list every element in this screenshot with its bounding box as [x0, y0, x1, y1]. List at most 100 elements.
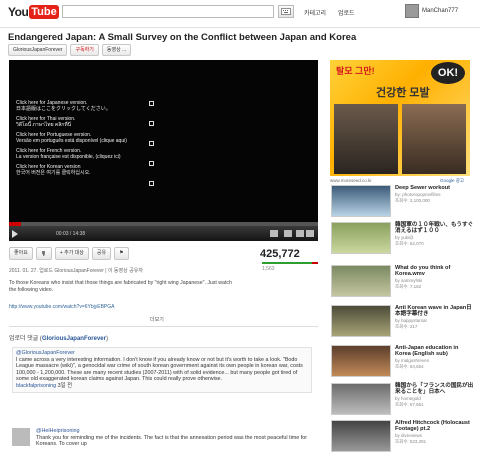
related-uploader: by divreviews — [395, 433, 423, 438]
nav-upload[interactable]: 업로드 — [338, 8, 355, 17]
channel-bar: GloriousJapanForever 구독하기 동영상 ... — [8, 44, 132, 56]
ad-google-link[interactable]: Google 광고 — [440, 178, 464, 184]
related-uploader: by: photoropoprovfilms — [395, 192, 441, 197]
dislike-button[interactable] — [35, 247, 52, 260]
expand-icon — [296, 230, 304, 237]
time-display: 00:03 / 14:38 — [56, 231, 86, 237]
related-video[interactable]: Alfred Hitchcock (Holocaust Footage) pt.… — [331, 420, 476, 456]
external-link-icon[interactable] — [149, 181, 154, 186]
flag-button[interactable]: ⚑ — [114, 247, 129, 260]
related-thumbnail[interactable] — [331, 185, 391, 217]
description-link[interactable]: http://www.youtube.com/watch?v=6YbjyEBPG… — [9, 304, 114, 310]
thumbs-down-icon — [41, 250, 45, 256]
search-button[interactable] — [278, 5, 294, 18]
comment-author[interactable]: blackfalprisoning — [16, 383, 56, 389]
related-title[interactable]: Anti-Japan education in Korea (English s… — [395, 345, 475, 358]
related-thumbnail[interactable] — [331, 305, 391, 337]
uploader-comments-heading: 업로더 댓글 (GloriousJapanForever) — [9, 333, 108, 342]
annotation-korean-ko: 한국어 버전은 여기를 클릭하십시오. — [16, 170, 91, 176]
related-video[interactable]: Deep Sewer workout by: photoropoprovfilm… — [331, 185, 476, 221]
external-link-icon[interactable] — [149, 101, 154, 106]
comment-2: @HeiHeiprisoning Thank you for reminding… — [36, 428, 312, 448]
ad-banner[interactable]: 탈모 그만! OK! 건강한 모발 — [330, 60, 470, 176]
view-count: 425,772 — [260, 248, 300, 260]
videos-dropdown[interactable]: 동영상 ... — [101, 44, 132, 56]
related-title[interactable]: Anti Korean wave in Japan日本語字幕付き — [395, 305, 475, 318]
youtube-logo[interactable]: You Tube — [8, 3, 59, 21]
related-views: 조회수: 67,651 — [395, 402, 424, 407]
share-button[interactable]: 공유 — [91, 247, 112, 260]
external-link-icon[interactable] — [149, 141, 154, 146]
action-bar: 좋아요 + 추가 대상 공유 ⚑ — [9, 247, 129, 260]
user-avatar[interactable] — [405, 4, 419, 18]
related-thumbnail[interactable] — [331, 265, 391, 297]
fullscreen-icon — [306, 230, 314, 237]
external-link-icon[interactable] — [149, 121, 154, 126]
like-button[interactable]: 좋아요 — [9, 247, 33, 260]
related-thumbnail[interactable] — [331, 383, 391, 415]
related-views: 조회수: 523,281 — [395, 439, 427, 444]
comment-1: @GloriousJapanForever I came across a ve… — [12, 347, 312, 393]
ad-photo-left — [334, 104, 398, 174]
related-uploader: by sammyfski — [395, 278, 423, 283]
related-title[interactable]: What do you think of Korea.wmv — [395, 265, 475, 278]
reply-avatar[interactable] — [12, 428, 30, 446]
related-uploader: by happystarsar — [395, 318, 428, 323]
comment-box: @GloriousJapanForever I came across a ve… — [12, 347, 312, 393]
comment-user[interactable]: @HeiHeiprisoning — [36, 428, 312, 435]
player-right-controls — [270, 230, 314, 237]
heading-suffix: ) — [105, 336, 108, 342]
description: To those Koreans who insist that those t… — [9, 280, 232, 293]
comment-body: I came across a very interesting informa… — [16, 356, 303, 383]
divider — [9, 326, 318, 327]
likes-count: 1,563 — [262, 266, 275, 272]
related-views: 조회수: 62,070 — [395, 241, 424, 246]
comment-age: 3일 전 — [57, 382, 73, 389]
quality-icon — [284, 230, 292, 237]
show-more-button[interactable]: 더보기 — [150, 316, 164, 323]
related-video[interactable]: Anti-Japan education in Korea (English s… — [331, 345, 476, 381]
nav-category[interactable]: 카테고리 — [304, 8, 326, 17]
related-title[interactable]: Deep Sewer workout — [395, 185, 475, 191]
related-title[interactable]: 韓国軍の１０年戦い、もうすぐ消えるはず１００ — [395, 222, 475, 235]
logo-you: You — [8, 5, 29, 19]
related-title[interactable]: 韓国から「フランスの国民が出来ることを」日本へ — [395, 383, 475, 396]
play-icon[interactable] — [12, 230, 18, 238]
related-video[interactable]: 韓国軍の１０年戦い、もうすぐ消えるはず１００ by yuki@ 조회수: 62,… — [331, 222, 476, 258]
annotation-overlay: Click here for Japanese version. 日本語版はここ… — [16, 100, 166, 180]
comment-user[interactable]: @GloriousJapanForever — [16, 350, 308, 357]
like-ratio-bar — [262, 262, 318, 264]
related-uploader: by yuki@ — [395, 235, 414, 240]
video-title: Endangered Japan: A Small Survey on the … — [8, 32, 357, 43]
video-player[interactable]: Click here for Japanese version. 日本語版はここ… — [9, 60, 318, 241]
channel-button[interactable]: GloriousJapanForever — [8, 44, 68, 56]
related-thumbnail[interactable] — [331, 222, 391, 254]
ad-photo-right — [402, 104, 466, 174]
annotation-japanese-jp: 日本語版はここをクリックしてください。 — [16, 106, 111, 112]
related-uploader: by homegold — [395, 396, 421, 401]
volume-icon — [270, 230, 278, 237]
like-ratio-fill — [262, 262, 313, 264]
logo-tube: Tube — [29, 5, 59, 19]
keyboard-icon — [281, 8, 291, 15]
related-video[interactable]: 韓国から「フランスの国民が出来ることを」日本へ by homegold 조회수:… — [331, 383, 476, 419]
heading-prefix: 업로더 댓글 ( — [9, 336, 42, 342]
add-to-button[interactable]: + 추가 대상 — [54, 247, 89, 260]
related-uploader: by malgoshreves — [395, 358, 430, 363]
ad-url[interactable]: www.moreseed.co.kr — [330, 178, 372, 183]
related-thumbnail[interactable] — [331, 420, 391, 452]
external-link-icon[interactable] — [149, 161, 154, 166]
subscribe-button[interactable]: 구독하기 — [70, 44, 99, 56]
related-thumbnail[interactable] — [331, 345, 391, 377]
related-video[interactable]: Anti Korean wave in Japan日本語字幕付き by happ… — [331, 305, 476, 341]
related-views: 조회수: 217 — [395, 324, 418, 329]
related-views: 조회수: 7,162 — [395, 284, 422, 289]
annotation-french-fr: La version française est disponible, (cl… — [16, 154, 121, 160]
username[interactable]: ManChan777 — [422, 8, 458, 14]
related-video[interactable]: What do you think of Korea.wmv by sammyf… — [331, 265, 476, 301]
heading-user[interactable]: GloriousJapanForever — [42, 336, 106, 342]
annotation-thai-th: วิดีโอนี้ ภาษาไทย คลิกที่นี่ — [16, 122, 72, 128]
ad-title: 탈모 그만! — [336, 66, 375, 76]
related-title[interactable]: Alfred Hitchcock (Holocaust Footage) pt.… — [395, 420, 475, 433]
search-input[interactable] — [62, 5, 274, 18]
